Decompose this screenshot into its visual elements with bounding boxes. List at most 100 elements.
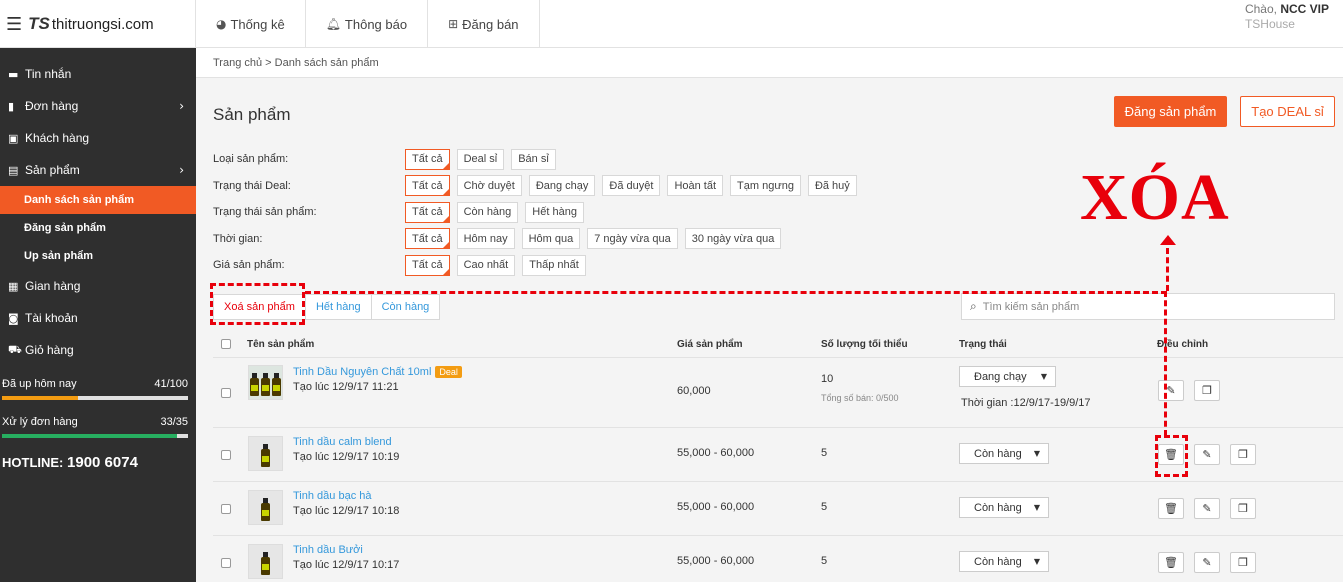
user-icon: ◙ (8, 311, 19, 325)
copy-button[interactable]: ❐ (1230, 498, 1256, 519)
status-select[interactable]: Còn hàng ▼ (959, 497, 1049, 518)
row-checkbox[interactable] (221, 503, 231, 514)
filter-chip[interactable]: Hết hàng (525, 201, 584, 223)
caret-down-icon: ▼ (1033, 557, 1040, 566)
caret-down-icon: ▼ (1040, 372, 1047, 381)
select-all-checkbox[interactable] (221, 339, 231, 349)
filter-chip[interactable]: Hoàn tất (667, 175, 724, 197)
pencil-icon: ✎ (1202, 556, 1212, 569)
edit-button[interactable]: ✎ (1194, 444, 1220, 465)
created-time: Tạo lúc 12/9/17 10:19 (293, 451, 400, 463)
filter-chip[interactable]: Bán sỉ (511, 148, 556, 170)
sidebar-subitem-post-product[interactable]: Đăng sản phẩm (0, 214, 196, 242)
caret-down-icon: ▼ (1033, 503, 1040, 512)
copy-icon: ❐ (1238, 448, 1248, 461)
search-input[interactable] (982, 300, 1313, 313)
created-time: Tạo lúc 12/9/17 10:17 (293, 559, 400, 571)
product-name-link[interactable]: Tinh dầu bạc hà (293, 490, 371, 502)
copy-icon: ❐ (1238, 502, 1248, 515)
filter-chip[interactable]: Cao nhất (456, 254, 516, 276)
product-name-link[interactable]: Tinh Dầu Nguyên Chất 10ml (293, 366, 431, 378)
product-name-link[interactable]: Tinh dầu Bưởi (293, 544, 363, 556)
post-product-button[interactable]: Đăng sản phẩm (1114, 96, 1227, 127)
filter-chip[interactable]: Tất cả (405, 148, 450, 170)
filter-chip[interactable]: Tất cả (405, 175, 450, 197)
filter-chip[interactable]: Hôm qua (521, 228, 581, 250)
filter-product-status: Trạng thái sản phẩm: Tất cả Còn hàng Hết… (213, 199, 864, 226)
table-row: Tinh dầu Bưởi Tạo lúc 12/9/17 10:17 55,0… (213, 536, 1343, 582)
nav-post-sale[interactable]: ⊞ Đăng bán (428, 0, 540, 48)
filter-chip[interactable]: Tất cả (405, 228, 450, 250)
product-name-link[interactable]: Tinh dầu calm blend (293, 436, 392, 448)
delete-button[interactable]: 🗑︎ (1158, 552, 1184, 573)
pencil-icon: ✎ (1202, 502, 1212, 515)
edit-button[interactable]: ✎ (1194, 552, 1220, 573)
filter-chip[interactable]: 30 ngày vừa qua (684, 228, 782, 250)
filter-deal-status: Trạng thái Deal: Tất cả Chờ duyệt Đang c… (213, 173, 864, 200)
filter-chip[interactable]: 7 ngày vừa qua (587, 228, 678, 250)
breadcrumb: Trang chủ > Danh sách sản phẩm (196, 48, 1343, 78)
table-row: Tinh dầu bạc hà Tạo lúc 12/9/17 10:18 55… (213, 482, 1343, 536)
copy-button[interactable]: ❐ (1194, 380, 1220, 401)
sidebar-item-orders[interactable]: ▮ Đơn hàng › (0, 90, 196, 122)
edit-button[interactable]: ✎ (1194, 498, 1220, 519)
sidebar-item-cart[interactable]: ⛟ Giỏ hàng (0, 334, 196, 366)
tab-out-of-stock[interactable]: Hết hàng (304, 294, 372, 320)
arrow-up-icon (1160, 235, 1176, 245)
filter-chip[interactable]: Deal sỉ (456, 148, 505, 170)
copy-icon: ❐ (1202, 384, 1212, 397)
filter-chip[interactable]: Tất cả (405, 254, 450, 276)
stat-uploaded-today: Đã up hôm nay 41/100 (0, 378, 196, 400)
filter-price: Giá sản phẩm: Tất cả Cao nhất Thấp nhất (213, 252, 864, 279)
delete-button[interactable]: 🗑︎ (1158, 498, 1184, 519)
trash-icon: 🗑︎ (1164, 556, 1178, 569)
filter-chip[interactable]: Thấp nhất (522, 254, 586, 276)
sidebar-subitem-up-product[interactable]: Up sản phẩm (0, 242, 196, 270)
filter-chip[interactable]: Hôm nay (456, 228, 515, 250)
filter-chip[interactable]: Còn hàng (456, 201, 519, 223)
create-deal-button[interactable]: Tạo DEAL sỉ (1240, 96, 1335, 127)
nav-notifications[interactable]: 🔔︎ Thông báo (306, 0, 429, 48)
row-checkbox[interactable] (221, 557, 231, 568)
pencil-icon: ✎ (1202, 448, 1212, 461)
product-thumbnail[interactable] (248, 490, 283, 525)
filter-chip[interactable]: Đã huỷ (807, 175, 857, 197)
sidebar-subitem-product-list[interactable]: Danh sách sản phẩm (0, 186, 196, 214)
status-select[interactable]: Đang chạy ▼ (959, 366, 1056, 387)
page-title: Sản phẩm (213, 105, 291, 124)
filter-chip[interactable]: Đang chạy (528, 175, 596, 197)
search-box: ⌕ (961, 293, 1335, 320)
edit-button[interactable]: ✎ (1158, 380, 1184, 401)
brand-mark: TS (28, 14, 50, 33)
row-checkbox[interactable] (221, 387, 231, 398)
created-time: Tạo lúc 12/9/17 10:18 (293, 505, 400, 517)
product-price: 60,000 (677, 385, 711, 397)
file-icon: ▮ (8, 99, 15, 113)
filter-chip[interactable]: Tạm ngưng (730, 175, 801, 197)
product-thumbnail[interactable] (248, 544, 283, 579)
row-checkbox[interactable] (221, 449, 231, 460)
filter-chip[interactable]: Đã duyệt (602, 175, 661, 197)
tab-in-stock[interactable]: Còn hàng (370, 294, 441, 320)
filter-chip[interactable]: Chờ duyệt (456, 175, 522, 197)
copy-button[interactable]: ❐ (1230, 552, 1256, 573)
copy-button[interactable]: ❐ (1230, 444, 1256, 465)
sidebar-item-account[interactable]: ◙ Tài khoản (0, 302, 196, 334)
filter-panel: Loại sản phẩm: Tất cả Deal sỉ Bán sỉ Trạ… (213, 146, 864, 279)
status-select[interactable]: Còn hàng ▼ (959, 443, 1049, 464)
sidebar-item-messages[interactable]: ▬ Tin nhắn (0, 58, 196, 90)
menu-icon[interactable]: ☰ (6, 14, 22, 35)
product-thumbnail[interactable] (248, 436, 283, 471)
table-row: Tinh Dầu Nguyên Chất 10ml Deal Tạo lúc 12… (213, 358, 1343, 428)
shop-name: TSHouse (1244, 17, 1295, 31)
status-select[interactable]: Còn hàng ▼ (959, 551, 1049, 572)
filter-chip[interactable]: Tất cả (405, 201, 450, 223)
sidebar-item-customers[interactable]: ▣ Khách hàng (0, 122, 196, 154)
sidebar-item-products[interactable]: ▤ Sản phẩm › (0, 154, 196, 186)
progress-fill (2, 396, 79, 400)
user-menu[interactable]: Chào, NCC VIP TSHouse (1245, 2, 1329, 31)
brand-logo[interactable]: ☰ TS thitruongsi.com (0, 0, 196, 48)
nav-statistics[interactable]: ◕ Thống kê (196, 0, 306, 48)
sidebar-item-store[interactable]: ▦ Gian hàng (0, 270, 196, 302)
product-thumbnail[interactable] (248, 365, 283, 400)
